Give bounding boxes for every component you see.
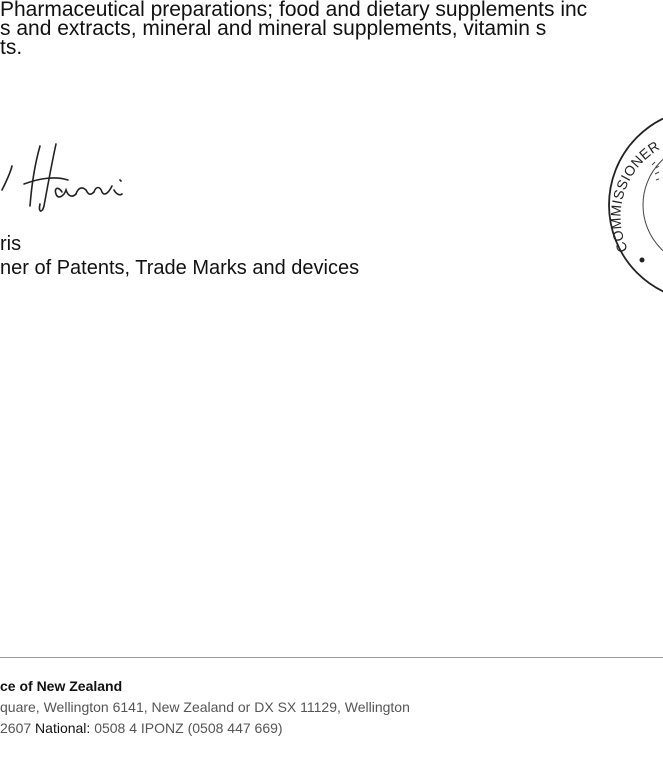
seal-text: COMMISSIONER OF <box>607 127 663 254</box>
footer-phone: 2607 <box>0 720 32 736</box>
footer: ce of New Zealand quare, Wellington 6141… <box>0 676 410 739</box>
footer-contact: 2607 National: 0508 4 IPONZ (0508 447 66… <box>0 718 410 739</box>
handwritten-signature <box>1 143 123 212</box>
goods-line-2: s and extracts, mineral and mineral supp… <box>0 17 547 40</box>
footer-national-label: National: <box>35 720 91 736</box>
goods-services-text: Pharmaceutical preparations; food and di… <box>0 0 663 59</box>
signatory-name: ris <box>0 233 22 255</box>
footer-national-value: 0508 4 IPONZ (0508 447 669) <box>94 720 283 736</box>
footer-address: quare, Wellington 6141, New Zealand or D… <box>0 699 410 715</box>
official-seal: COMMISSIONER OF <box>600 100 663 310</box>
signatory-block: ris ner of Patents, Trade Marks and devi… <box>0 232 359 280</box>
svg-text:COMMISSIONER OF: COMMISSIONER OF <box>607 127 663 254</box>
goods-line-3: ts. <box>0 36 23 59</box>
footer-divider <box>0 657 663 658</box>
signatory-title: ner of Patents, Trade Marks and devices <box>0 257 360 279</box>
footer-org: ce of New Zealand <box>0 678 123 694</box>
